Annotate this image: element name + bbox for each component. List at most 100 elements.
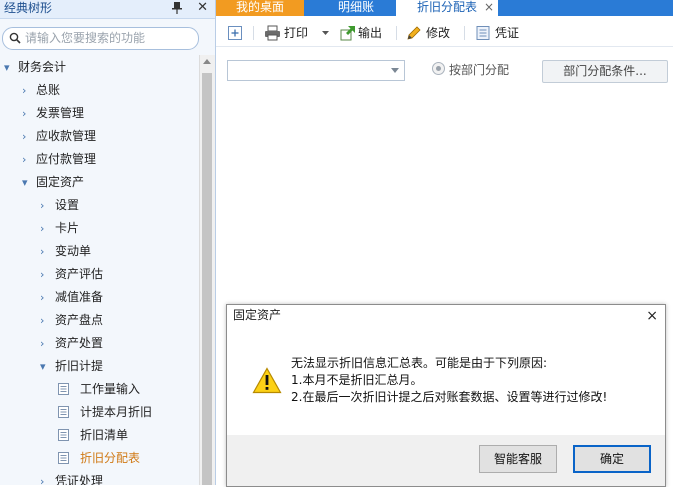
search-input[interactable]	[25, 30, 190, 45]
tree-item[interactable]: 计提本月折旧	[0, 401, 200, 424]
tab-detail-ledger[interactable]: 明细账	[316, 0, 396, 16]
tree-item-label: 减值准备	[55, 290, 104, 304]
chevron-right-icon[interactable]: ›	[22, 148, 26, 171]
function-tree: ▾ 财务会计 › 总账 › 发票管理 › 应收款管理 › 应付款管理 ▾ 固定资产 › 设置 › 卡片 › 变动单…	[0, 56, 200, 485]
chevron-right-icon[interactable]: ›	[40, 194, 44, 217]
tree-item-label: 应付款管理	[36, 152, 97, 166]
chevron-right-icon[interactable]: ›	[40, 470, 44, 485]
tab-label: 我的桌面	[235, 0, 284, 14]
chevron-down-icon[interactable]: ▾	[40, 355, 46, 378]
smart-support-button[interactable]: 智能客服	[479, 445, 557, 473]
dialog-title: 固定资产	[233, 308, 282, 322]
chevron-right-icon[interactable]: ›	[40, 309, 44, 332]
tree-item[interactable]: › 资产盘点	[0, 309, 200, 332]
tree-item-label: 卡片	[55, 221, 80, 235]
warning-icon	[252, 367, 282, 394]
tree-item[interactable]: › 发票管理	[0, 102, 200, 125]
tree-item[interactable]: › 设置	[0, 194, 200, 217]
tree-item[interactable]: › 应收款管理	[0, 125, 200, 148]
tree-item[interactable]: 折旧清单	[0, 424, 200, 447]
tree-item-label: 折旧分配表	[80, 451, 141, 465]
tree-item[interactable]: › 总账	[0, 79, 200, 102]
chevron-right-icon[interactable]: ›	[40, 240, 44, 263]
document-icon	[58, 429, 69, 441]
voucher-icon	[476, 26, 490, 40]
chevron-right-icon[interactable]: ›	[22, 125, 26, 148]
tab-label: 明细账	[337, 0, 374, 14]
document-icon	[58, 452, 69, 464]
tree-item-label: 计提本月折旧	[80, 405, 153, 419]
tree-item-label: 应收款管理	[36, 129, 97, 143]
tree-item[interactable]: › 应付款管理	[0, 148, 200, 171]
document-icon	[58, 383, 69, 395]
search-icon	[9, 32, 21, 44]
tree-item-label: 折旧计提	[55, 359, 104, 373]
tree-item[interactable]: 折旧分配表	[0, 447, 200, 470]
print-label: 打印	[284, 26, 309, 40]
dialog-message-line: 1.本月不是折旧汇总月。	[291, 373, 423, 387]
ok-button[interactable]: 确定	[573, 445, 651, 473]
tree-panel-header: 经典树形 ✕	[0, 0, 215, 19]
pin-icon[interactable]	[171, 1, 183, 15]
dialog-footer: 智能客服 确定	[227, 435, 665, 486]
toolbar-separator	[464, 26, 465, 40]
scrollbar-thumb[interactable]	[202, 73, 212, 485]
tree-item[interactable]: ▾ 财务会计	[0, 56, 200, 79]
chevron-right-icon[interactable]: ›	[40, 332, 44, 355]
chevron-right-icon[interactable]: ›	[22, 102, 26, 125]
tree-item[interactable]: › 减值准备	[0, 286, 200, 309]
export-button[interactable]: 输出	[340, 24, 390, 44]
voucher-button[interactable]: 凭证	[475, 24, 525, 44]
export-label: 输出	[358, 26, 383, 40]
department-conditions-button[interactable]: 部门分配条件...	[542, 60, 668, 83]
tree-item-label: 凭证处理	[55, 474, 104, 485]
close-icon[interactable]: ✕	[197, 0, 208, 16]
tree-item[interactable]: ▾ 折旧计提	[0, 355, 200, 378]
toolbar-separator	[253, 26, 254, 40]
tree-item[interactable]: › 资产评估	[0, 263, 200, 286]
tree-item[interactable]: › 变动单	[0, 240, 200, 263]
tab-close-icon[interactable]: ×	[484, 0, 494, 14]
chevron-right-icon[interactable]: ›	[40, 263, 44, 286]
period-select[interactable]	[227, 60, 405, 81]
add-button[interactable]	[227, 24, 243, 44]
tree-item-label: 固定资产	[36, 175, 85, 189]
tree-item[interactable]: ▾ 固定资产	[0, 171, 200, 194]
print-button[interactable]: 打印	[264, 24, 334, 44]
tree-item-label: 设置	[55, 198, 80, 212]
tree-item-label: 发票管理	[36, 106, 85, 120]
tree-panel-title: 经典树形	[4, 1, 53, 15]
scroll-up-arrow-icon[interactable]	[203, 59, 211, 64]
tree-item-label: 折旧清单	[80, 428, 129, 442]
modify-label: 修改	[426, 26, 451, 40]
tree-item[interactable]: › 资产处置	[0, 332, 200, 355]
by-department-radio[interactable]	[432, 62, 445, 75]
chevron-down-icon[interactable]: ▾	[22, 171, 28, 194]
document-icon	[58, 406, 69, 418]
tree-item-label: 财务会计	[18, 60, 67, 74]
by-department-label: 按部门分配	[449, 63, 510, 77]
chevron-down-icon[interactable]	[322, 31, 329, 36]
function-search[interactable]	[2, 27, 199, 50]
tab-my-desktop[interactable]: 我的桌面	[216, 0, 304, 16]
toolbar: 打印 输出 修改 凭证	[216, 20, 673, 47]
chevron-right-icon[interactable]: ›	[40, 217, 44, 240]
chevron-right-icon[interactable]: ›	[22, 79, 26, 102]
chevron-right-icon[interactable]: ›	[40, 286, 44, 309]
tree-panel: 经典树形 ✕ ▾ 财务会计 › 总账 › 发票管理 › 应收款管理 › 应付款管理 ▾ 固定资产 › 设置…	[0, 0, 216, 485]
toolbar-separator	[396, 26, 397, 40]
dialog-body: 无法显示折旧信息汇总表。可能是由于下列原因: 1.本月不是折旧汇总月。 2.在最…	[227, 325, 665, 435]
message-dialog: 固定资产 × 无法显示折旧信息汇总表。可能是由于下列原因: 1.本月不是折旧汇总…	[226, 304, 666, 487]
add-icon	[228, 26, 242, 40]
tree-item[interactable]: › 卡片	[0, 217, 200, 240]
dialog-message: 无法显示折旧信息汇总表。可能是由于下列原因: 1.本月不是折旧汇总月。 2.在最…	[291, 355, 607, 406]
chevron-down-icon[interactable]: ▾	[4, 56, 10, 79]
chevron-down-icon[interactable]	[391, 68, 399, 73]
modify-button[interactable]: 修改	[406, 24, 456, 44]
tree-item-label: 资产处置	[55, 336, 104, 350]
tab-depreciation-allocation[interactable]: 折旧分配表 ×	[396, 0, 498, 16]
tree-item[interactable]: › 凭证处理	[0, 470, 200, 485]
dialog-close-icon[interactable]: ×	[646, 308, 658, 324]
tree-item[interactable]: 工作量输入	[0, 378, 200, 401]
tree-scrollbar[interactable]	[199, 55, 215, 485]
